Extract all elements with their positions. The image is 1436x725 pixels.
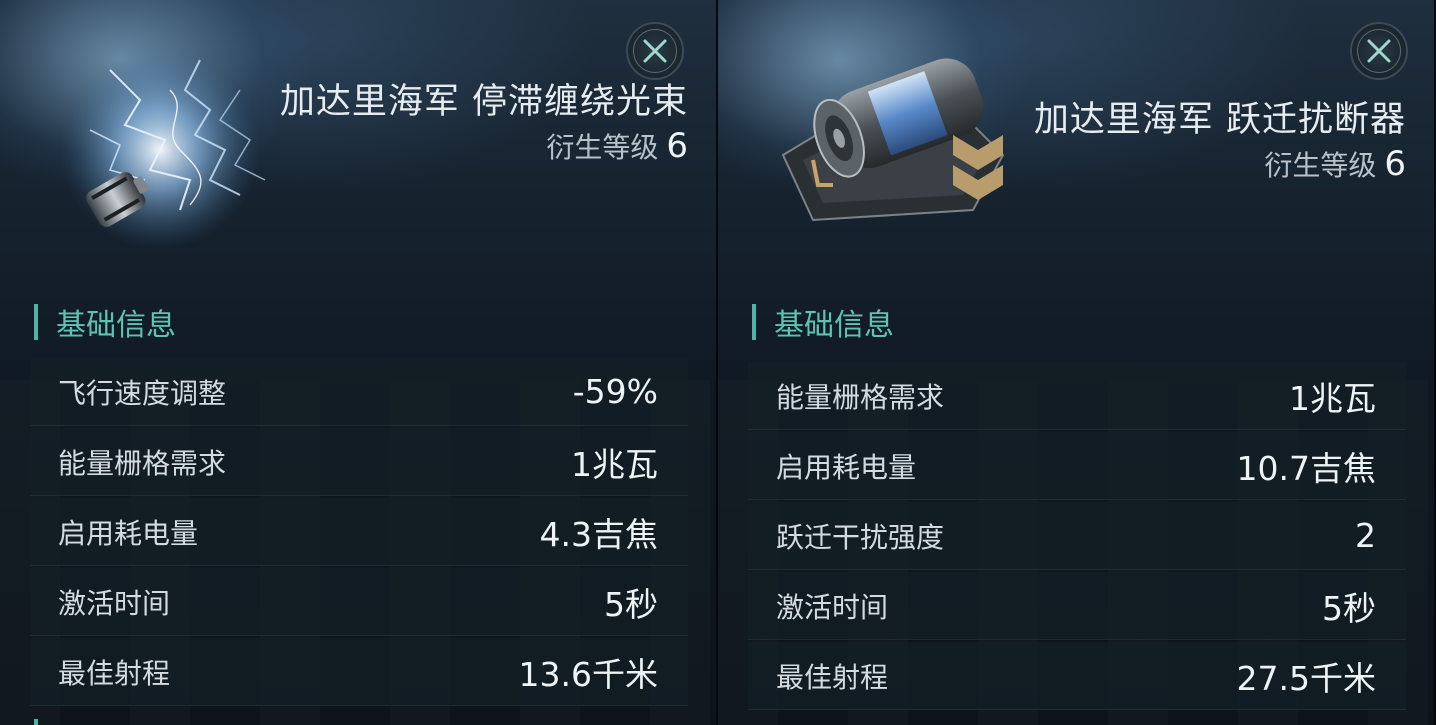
derivation-level-label: 衍生等级	[1264, 149, 1377, 182]
stat-value: 13.6千米	[518, 654, 658, 694]
section-title: 基础信息	[774, 308, 894, 343]
item-header: 加达里海军 跃迁扰断器 衍生等级 6	[966, 98, 1406, 184]
stat-row: 能量栅格需求 1兆瓦	[748, 362, 1406, 430]
stat-label: 激活时间	[58, 586, 171, 620]
stat-value: 10.7吉焦	[1236, 448, 1376, 488]
comparison-view: 加达里海军 停滞缠绕光束 衍生等级 6 基础信息 飞行速度调整 -59% 能量栅…	[0, 0, 1436, 725]
stat-value: 27.5千米	[1236, 658, 1376, 698]
stats-table: 飞行速度调整 -59% 能量栅格需求 1兆瓦 启用耗电量 4.3吉焦 激活时间 …	[30, 358, 688, 708]
stat-label: 飞行速度调整	[58, 376, 227, 410]
next-section-accent	[34, 719, 38, 725]
item-panel-right: 加达里海军 跃迁扰断器 衍生等级 6 基础信息 能量栅格需求 1兆瓦 启用耗电量…	[718, 0, 1434, 725]
section-header: 基础信息	[34, 300, 176, 344]
close-icon	[643, 39, 667, 63]
stasis-webifier-icon	[50, 30, 290, 254]
section-accent-bar	[752, 304, 756, 340]
stat-label: 启用耗电量	[776, 450, 917, 484]
stat-row: 最佳射程 13.6千米	[30, 638, 688, 706]
stat-value: 5秒	[1322, 588, 1376, 628]
stat-label: 激活时间	[776, 590, 889, 624]
stat-row: 激活时间 5秒	[30, 568, 688, 636]
stat-value: 4.3吉焦	[539, 514, 658, 554]
stat-row: 跃迁干扰强度 2	[748, 502, 1406, 570]
item-name: 加达里海军 停滞缠绕光束	[279, 82, 688, 122]
derivation-level-value: 6	[1384, 144, 1406, 184]
derivation-level-value: 6	[666, 126, 688, 166]
item-panel-left: 加达里海军 停滞缠绕光束 衍生等级 6 基础信息 飞行速度调整 -59% 能量栅…	[0, 0, 716, 725]
stat-label: 能量栅格需求	[776, 380, 945, 414]
section-title: 基础信息	[56, 308, 176, 343]
item-name: 加达里海军 跃迁扰断器	[1033, 100, 1406, 140]
stat-row: 启用耗电量 10.7吉焦	[748, 432, 1406, 500]
stats-table: 能量栅格需求 1兆瓦 启用耗电量 10.7吉焦 跃迁干扰强度 2 激活时间 5秒…	[748, 362, 1406, 712]
stat-value: 2	[1355, 516, 1376, 555]
stat-row: 最佳射程 27.5千米	[748, 642, 1406, 710]
item-header: 加达里海军 停滞缠绕光束 衍生等级 6	[268, 80, 688, 166]
stat-value: 5秒	[604, 584, 658, 624]
stat-label: 启用耗电量	[58, 516, 199, 550]
stat-label: 最佳射程	[58, 656, 171, 690]
close-button[interactable]	[626, 22, 684, 80]
stat-value: -59%	[572, 372, 658, 411]
close-button[interactable]	[1350, 22, 1408, 80]
stat-value: 1兆瓦	[1289, 378, 1376, 418]
close-icon	[1367, 39, 1391, 63]
stat-row: 启用耗电量 4.3吉焦	[30, 498, 688, 566]
stat-label: 能量栅格需求	[58, 446, 227, 480]
stat-row: 飞行速度调整 -59%	[30, 358, 688, 426]
section-accent-bar	[34, 304, 38, 340]
derivation-level: 衍生等级 6	[268, 126, 688, 166]
stat-value: 1兆瓦	[571, 444, 658, 484]
stat-label: 跃迁干扰强度	[776, 520, 945, 554]
derivation-level: 衍生等级 6	[966, 144, 1406, 184]
stat-label: 最佳射程	[776, 660, 889, 694]
stat-row: 能量栅格需求 1兆瓦	[30, 428, 688, 496]
section-header: 基础信息	[752, 300, 894, 344]
derivation-level-label: 衍生等级	[546, 131, 659, 164]
stat-row: 激活时间 5秒	[748, 572, 1406, 640]
